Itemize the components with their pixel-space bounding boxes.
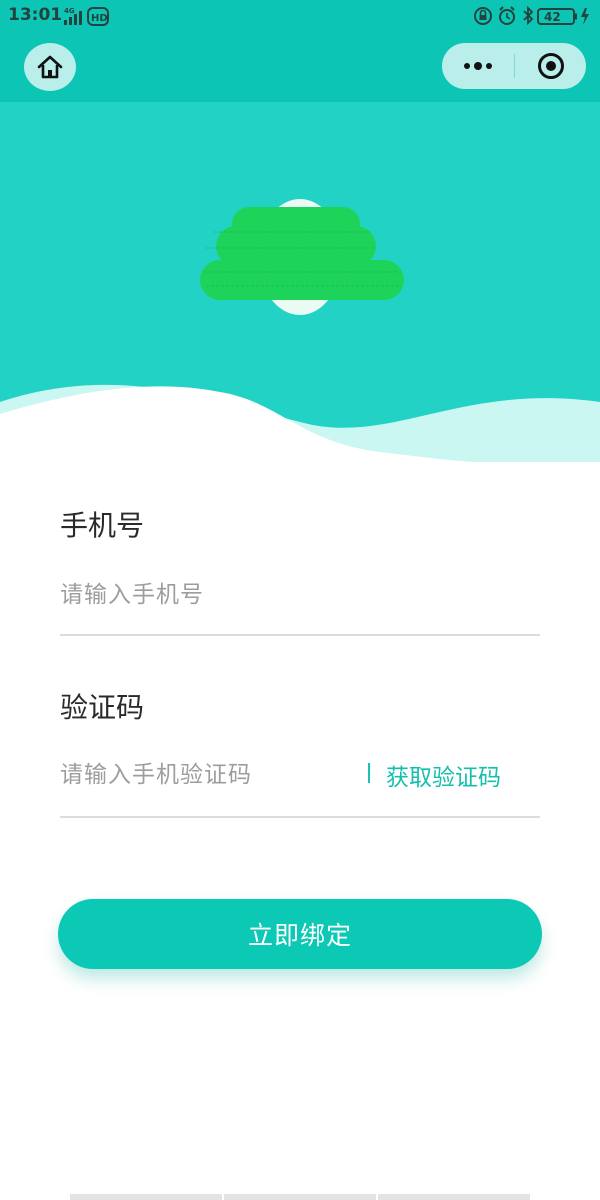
status-bar: 13:01 4G HD 42 [0, 0, 600, 32]
bluetooth-icon [523, 5, 534, 26]
battery-icon: 42 [537, 8, 589, 25]
home-icon [37, 55, 63, 79]
code-separator [368, 763, 370, 783]
alarm-icon [499, 6, 515, 25]
code-underline [60, 816, 540, 818]
home-button[interactable] [24, 43, 76, 91]
mini-program-navbar [0, 32, 600, 102]
more-dots-icon [464, 62, 492, 70]
signal-icon: 4G HD [64, 7, 109, 26]
code-label: 验证码 [60, 691, 145, 724]
phone-input[interactable] [60, 576, 530, 614]
get-code-button[interactable]: 获取验证码 [386, 758, 501, 792]
lock-rotation-icon [474, 7, 492, 25]
status-icons: 42 [474, 5, 589, 26]
code-input[interactable] [60, 756, 360, 794]
close-target-icon [537, 53, 564, 79]
phone-underline [60, 634, 540, 636]
hd-badge: HD [91, 13, 108, 24]
home-indicator [70, 1194, 530, 1200]
phone-label: 手机号 [60, 509, 145, 542]
menu-capsule [442, 43, 586, 89]
bind-button[interactable]: 立即绑定 [58, 899, 542, 969]
status-time: 13:01 [8, 5, 63, 25]
hero-banner [0, 102, 600, 462]
network-type: 4G [64, 7, 75, 15]
battery-level: 42 [544, 10, 561, 24]
close-button[interactable] [515, 43, 586, 89]
more-button[interactable] [442, 43, 514, 89]
charging-icon [581, 8, 589, 25]
